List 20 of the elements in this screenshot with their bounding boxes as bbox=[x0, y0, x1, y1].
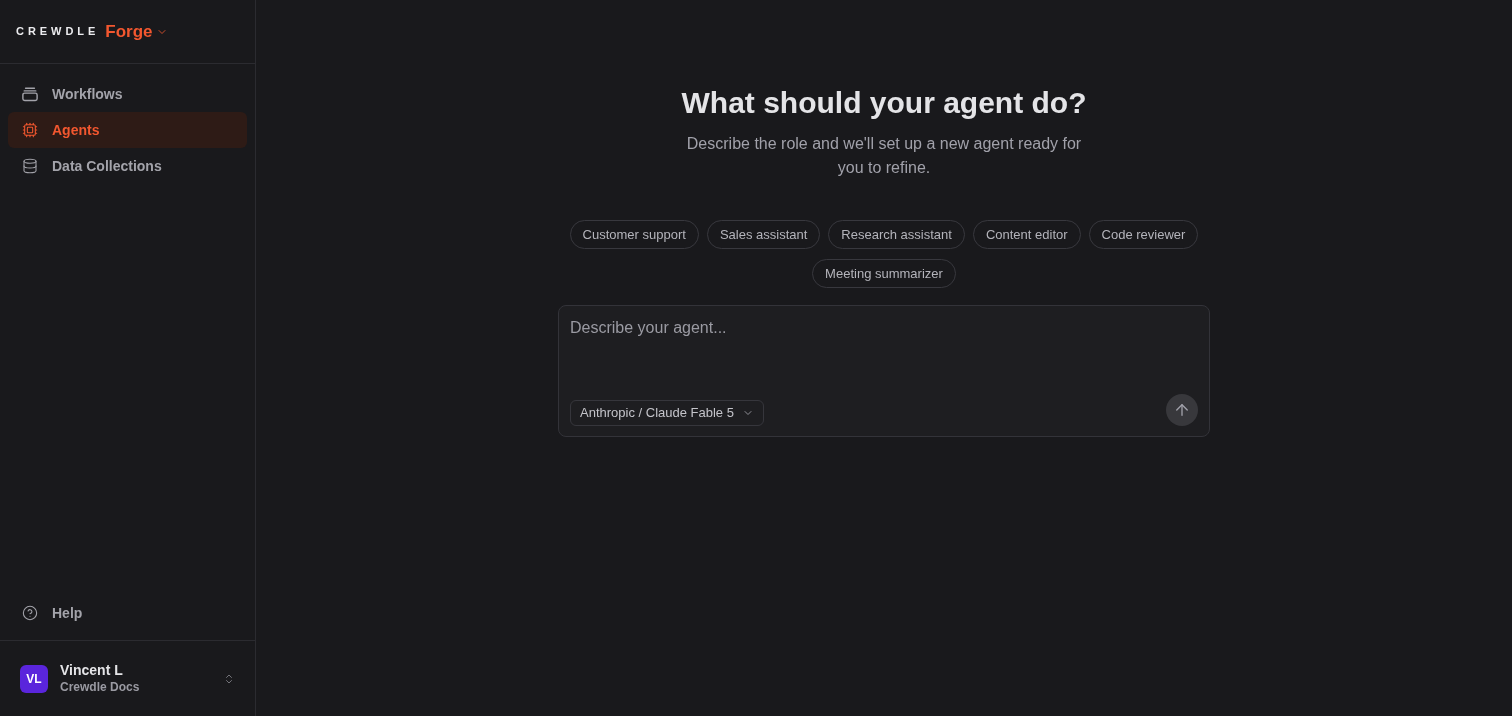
agent-description-input[interactable]: Describe your agent... bbox=[570, 316, 1198, 394]
chevrons-up-down-icon bbox=[223, 672, 235, 685]
model-select[interactable]: Anthropic / Claude Fable 5 bbox=[570, 400, 764, 426]
nav-item[interactable]: Agents bbox=[8, 112, 247, 148]
composer-field[interactable]: Describe your agent... Anthropic / Claude Fable 5 bbox=[558, 305, 1210, 437]
help-icon bbox=[22, 605, 38, 621]
workspace-name: Crewdle Docs bbox=[60, 679, 141, 695]
product-switcher[interactable]: Forge bbox=[105, 18, 168, 45]
user-name: Vincent L bbox=[60, 662, 124, 680]
user-avatar: VL bbox=[20, 664, 48, 693]
send-button[interactable] bbox=[1166, 394, 1198, 426]
chip-icon bbox=[22, 122, 38, 138]
help-link[interactable]: Help bbox=[8, 595, 247, 631]
nav-item[interactable]: Data Collections bbox=[8, 148, 247, 184]
nav-item[interactable]: Workflows bbox=[8, 76, 247, 112]
tray-stack-icon bbox=[22, 86, 38, 102]
page-heading: What should your agent do? bbox=[681, 85, 1087, 121]
database-icon bbox=[22, 158, 38, 174]
logo-wordmark: CREWDLE bbox=[16, 24, 100, 40]
page-subtitle: Describe the role and we'll set up a new agent ready for you to refine. bbox=[685, 134, 1083, 178]
